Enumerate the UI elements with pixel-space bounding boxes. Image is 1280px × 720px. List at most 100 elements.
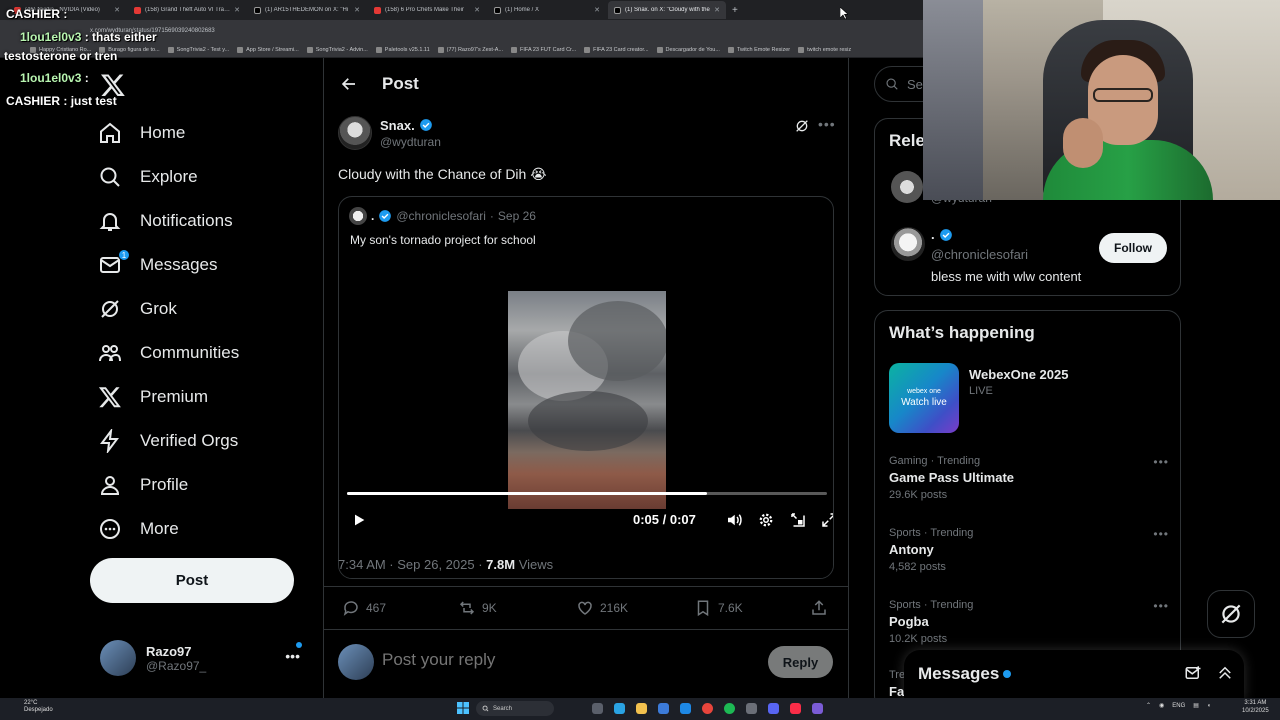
chevron-up-icon[interactable]: ⌃ (1146, 702, 1151, 709)
grok-icon[interactable] (794, 118, 810, 134)
spotify-icon[interactable] (724, 703, 735, 714)
unread-dot (1003, 670, 1012, 678)
taskbar-search[interactable]: Search (476, 701, 554, 716)
file-explorer-icon[interactable] (636, 703, 647, 714)
avatar[interactable] (891, 227, 925, 261)
more-icon[interactable]: ••• (285, 648, 300, 664)
bookmark[interactable]: SongTrivia2 - Advin... (306, 46, 368, 53)
volume-icon[interactable] (725, 511, 743, 529)
more-icon[interactable]: ••• (1153, 455, 1169, 469)
post-author[interactable]: Snax. @wydturan (338, 116, 441, 150)
sidebar-item-communities[interactable]: Communities (98, 333, 239, 373)
chrome-icon[interactable] (702, 703, 713, 714)
avatar[interactable] (891, 171, 923, 203)
system-tray[interactable]: ⌃ ◉ ENG ▤ ◖ (1146, 702, 1211, 710)
language-indicator[interactable]: ENG (1172, 703, 1185, 709)
messages-drawer[interactable]: Messages (904, 650, 1244, 700)
picture-in-picture-icon[interactable] (789, 511, 807, 529)
user-handle[interactable]: @chroniclesofari (931, 247, 1028, 262)
bookmark[interactable]: Paletools v25.1.11 (375, 46, 430, 53)
bookmark-action[interactable]: 7.6K (694, 599, 743, 617)
reply-input[interactable] (382, 650, 742, 670)
bookmark[interactable]: Twitch Emote Resizer (727, 46, 790, 53)
bookmark[interactable]: FIFA 23 Card creator... (584, 46, 649, 53)
store-icon[interactable] (658, 703, 669, 714)
reply-action[interactable]: 467 (342, 599, 386, 617)
video-progress-bar[interactable] (347, 492, 827, 495)
close-tab-icon[interactable]: ✕ (234, 6, 240, 14)
close-tab-icon[interactable]: ✕ (474, 6, 480, 14)
browser-tab[interactable]: (158) Grand Theft Auto VI Trailer ✕ (128, 1, 246, 19)
follow-button[interactable]: Follow (1099, 233, 1167, 263)
live-event[interactable]: webex one Watch live WebexOne 2025 LIVE (889, 363, 1169, 435)
bookmark[interactable]: (77) Razo97's Zest-A... (437, 46, 503, 53)
play-icon[interactable] (351, 511, 367, 529)
close-tab-icon[interactable]: ✕ (114, 6, 120, 14)
browser-tab[interactable]: (158) 6 Pro Chefs Make Their ✕ (368, 1, 486, 19)
browser-tab[interactable]: (1) AR15THEDEMON on X: "Hi ✕ (248, 1, 366, 19)
author-name[interactable]: Snax. (380, 118, 441, 133)
close-tab-icon[interactable]: ✕ (354, 6, 360, 14)
system-clock[interactable]: 3:31 AM 10/2/2025 (1242, 700, 1269, 716)
sidebar-item-home[interactable]: Home (98, 113, 185, 153)
bookmark[interactable]: FIFA 23 FUT Card Cr... (511, 46, 576, 53)
trend-item[interactable]: Gaming · Trending Game Pass Ultimate 29.… (889, 455, 1169, 515)
more-icon[interactable]: ••• (1153, 527, 1169, 541)
trend-item[interactable]: Sports · Trending Antony 4,582 posts ••• (889, 527, 1169, 587)
weather-widget[interactable]: 22°C Despejado (24, 700, 53, 714)
video-player[interactable]: 0:05 / 0:07 (339, 255, 834, 578)
volume-icon[interactable]: ◖ (1207, 703, 1211, 709)
close-tab-icon[interactable]: ✕ (594, 6, 600, 14)
bookmark[interactable]: SongTrivia2 - Test y... (167, 46, 229, 53)
close-tab-icon[interactable]: ✕ (714, 6, 720, 14)
like-action[interactable]: 216K (576, 599, 628, 617)
sidebar-item-premium[interactable]: Premium (98, 377, 208, 417)
avatar[interactable] (338, 116, 372, 150)
chat-line: CASHIER : (6, 7, 68, 21)
sidebar-item-verified-orgs[interactable]: Verified Orgs (98, 421, 238, 461)
sidebar-item-grok[interactable]: Grok (98, 289, 177, 329)
share-action[interactable] (810, 599, 828, 617)
bookmark-icon (511, 46, 518, 53)
wifi-icon[interactable]: ▤ (1193, 702, 1199, 709)
author-handle[interactable]: @wydturan (380, 135, 441, 149)
user-name[interactable]: . (931, 227, 953, 242)
bookmark[interactable]: Descargador de You... (656, 46, 720, 53)
sidebar-item-explore[interactable]: Explore (98, 157, 198, 197)
new-message-icon[interactable] (1184, 664, 1202, 682)
app-icon[interactable] (680, 703, 691, 714)
account-switcher[interactable]: Razo97 @Razo97_ ••• (100, 638, 310, 678)
music-icon[interactable] (790, 703, 801, 714)
sidebar-item-notifications[interactable]: Notifications (98, 201, 233, 241)
bookmark-icon (727, 46, 734, 53)
grok-floating-button[interactable] (1207, 590, 1255, 638)
sidebar-item-more[interactable]: More (98, 509, 179, 549)
windows-start-icon[interactable] (457, 702, 469, 714)
post-button[interactable]: Post (90, 558, 294, 603)
repost-action[interactable]: 9K (458, 599, 497, 617)
sidebar-item-profile[interactable]: Profile (98, 465, 188, 505)
bookmark[interactable]: App Store / Streami... (237, 46, 299, 53)
edge-icon[interactable] (614, 703, 625, 714)
discord-icon[interactable] (768, 703, 779, 714)
app-icon[interactable] (812, 703, 823, 714)
quoted-post[interactable]: . @chroniclesofari · Sep 26 My son's tor… (338, 196, 834, 579)
browser-tab[interactable]: (1) Home / X ✕ (488, 1, 606, 19)
app-icon[interactable] (746, 703, 757, 714)
reply-button[interactable]: Reply (768, 646, 833, 678)
task-view-icon[interactable] (592, 703, 603, 714)
more-icon[interactable]: ••• (818, 116, 836, 132)
back-arrow-icon[interactable] (340, 75, 358, 93)
new-tab-icon[interactable]: + (732, 5, 738, 16)
network-icon[interactable]: ◉ (1159, 702, 1164, 709)
main-column: Post Snax. @wydturan ••• Cloudy with the… (323, 58, 849, 698)
settings-gear-icon[interactable] (757, 511, 775, 529)
fullscreen-icon[interactable] (820, 511, 834, 529)
bookmark[interactable]: twitch emote resiz (798, 46, 851, 53)
more-icon[interactable]: ••• (1153, 599, 1169, 613)
chevron-up-double-icon[interactable] (1216, 664, 1234, 682)
grok-icon (101, 300, 119, 318)
bookmark-icon (584, 46, 591, 53)
sidebar-item-messages[interactable]: 1 Messages (98, 245, 217, 285)
browser-tab-active[interactable]: (1) Snax. on X: "Cloudy with the ✕ (608, 1, 726, 19)
